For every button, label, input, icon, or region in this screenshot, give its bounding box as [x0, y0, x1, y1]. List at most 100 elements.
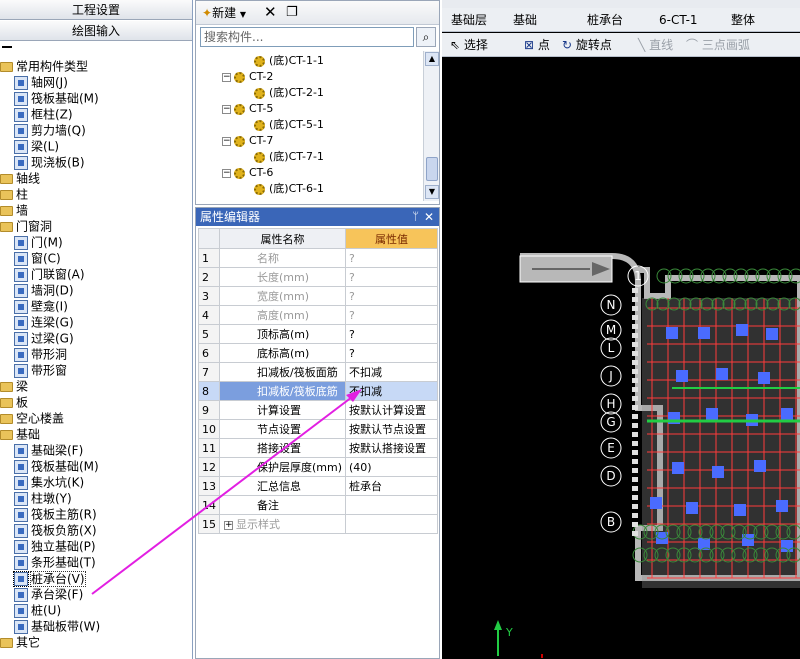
property-value-cell[interactable]: [345, 514, 438, 534]
tree-folder[interactable]: 其它: [0, 634, 40, 650]
component-tree-item[interactable]: (底)CT-5-1: [254, 117, 324, 133]
collapse-icon[interactable]: −: [222, 136, 231, 146]
component-tree-item[interactable]: − CT-6: [222, 165, 273, 181]
tree-item[interactable]: 筏板基础(M): [14, 458, 99, 474]
property-row[interactable]: 7 扣减板/筏板面筋 不扣减: [198, 362, 438, 382]
tree-folder[interactable]: 板: [0, 394, 28, 410]
tree-item[interactable]: 基础板带(W): [14, 618, 100, 634]
property-value-cell[interactable]: ?: [345, 305, 438, 325]
cad-drawing-area[interactable]: 基础层 基础 桩承台 6-CT-1 整体 ⇖ 选择 ⊠ 点 ↻ 旋转点 ╲ 直线…: [442, 0, 800, 659]
pin-icon[interactable]: ᛘ: [412, 208, 419, 226]
property-row[interactable]: 9 计算设置 按默认计算设置: [198, 400, 438, 420]
scroll-up-icon[interactable]: ▲: [425, 52, 439, 66]
scope-select[interactable]: 整体: [728, 11, 794, 29]
tree-item[interactable]: 窗(C): [14, 250, 61, 266]
property-row[interactable]: 1 名称?: [198, 248, 438, 268]
tree-folder[interactable]: 空心楼盖: [0, 410, 64, 426]
property-row[interactable]: 5 顶标高(m)?: [198, 324, 438, 344]
property-row[interactable]: 8 扣减板/筏板底筋 不扣减: [198, 381, 438, 401]
collapse-icon[interactable]: −: [222, 104, 231, 114]
collapse-icon[interactable]: −: [222, 168, 231, 178]
tree-item[interactable]: 桩(U): [14, 602, 61, 618]
component-tree-item[interactable]: − CT-2: [222, 69, 273, 85]
property-value-cell[interactable]: 按默认节点设置: [345, 419, 438, 439]
property-row[interactable]: 4 高度(mm)?: [198, 305, 438, 325]
tree-item[interactable]: 柱墩(Y): [14, 490, 72, 506]
select-button[interactable]: ⇖ 选择: [450, 36, 488, 54]
property-row[interactable]: 11 搭接设置 按默认搭接设置: [198, 438, 438, 458]
property-row[interactable]: 10 节点设置 按默认节点设置: [198, 419, 438, 439]
property-value-cell[interactable]: (40): [345, 457, 438, 477]
close-icon[interactable]: ✕: [424, 208, 434, 226]
tree-item[interactable]: 带形洞: [14, 346, 67, 362]
tree-folder[interactable]: 墙: [0, 202, 28, 218]
tree-folder[interactable]: 柱: [0, 186, 28, 202]
tree-item[interactable]: 承台梁(F): [14, 586, 83, 602]
tree-folder[interactable]: 梁: [0, 378, 28, 394]
tree-folder[interactable]: 轴线: [0, 170, 40, 186]
search-icon[interactable]: ⌕: [416, 27, 436, 47]
tree-item[interactable]: 桩承台(V): [13, 570, 86, 587]
tree-item[interactable]: 门(M): [14, 234, 63, 250]
property-value-cell[interactable]: ?: [345, 248, 438, 268]
tree-item[interactable]: 筏板主筋(R): [14, 506, 97, 522]
property-row[interactable]: 13 汇总信息 桩承台: [198, 476, 438, 496]
component-tree-item[interactable]: (底)CT-7-1: [254, 149, 324, 165]
search-input[interactable]: 搜索构件...: [200, 27, 414, 47]
tree-item[interactable]: 独立基础(P): [14, 538, 96, 554]
property-row[interactable]: 2 长度(mm)?: [198, 267, 438, 287]
property-value-cell[interactable]: ?: [345, 324, 438, 344]
property-value-cell[interactable]: 按默认计算设置: [345, 400, 438, 420]
tree-item[interactable]: 过梁(G): [14, 330, 74, 346]
type-select[interactable]: 桩承台: [584, 11, 654, 29]
tree-item[interactable]: 轴网(J): [14, 74, 68, 90]
tree-item[interactable]: 连梁(G): [14, 314, 74, 330]
three-point-arc-button[interactable]: ⌒ 三点画弧: [686, 36, 750, 54]
tree-item[interactable]: 带形窗: [14, 362, 67, 378]
point-button[interactable]: ⊠ 点: [524, 36, 550, 54]
tree-item[interactable]: 墙洞(D): [14, 282, 74, 298]
tree-item[interactable]: 壁龛(I): [14, 298, 68, 314]
tree-item[interactable]: 筏板负筋(X): [14, 522, 97, 538]
property-value-cell[interactable]: 不扣减: [345, 381, 438, 401]
tree-item[interactable]: 基础梁(F): [14, 442, 83, 458]
property-value-cell[interactable]: 桩承台: [345, 476, 438, 496]
category-select[interactable]: 基础: [510, 11, 580, 29]
component-tree-scrollbar[interactable]: ▲ ▼: [423, 51, 439, 201]
component-tree-item[interactable]: (底)CT-1-1: [254, 53, 324, 69]
collapse-icon[interactable]: −: [222, 72, 231, 82]
tree-item[interactable]: 梁(L): [14, 138, 59, 154]
tree-item[interactable]: 剪力墙(Q): [14, 122, 86, 138]
property-value-cell[interactable]: ?: [345, 343, 438, 363]
property-row[interactable]: 14 备注: [198, 495, 438, 515]
tree-folder[interactable]: 基础: [0, 426, 40, 442]
project-settings-button[interactable]: 工程设置: [0, 0, 192, 20]
rotate-point-button[interactable]: ↻ 旋转点: [562, 36, 612, 54]
cad-canvas[interactable]: NMLJHGED B 1 Y: [442, 58, 800, 659]
component-tree-item[interactable]: (底)CT-6-1: [254, 181, 324, 197]
property-value-cell[interactable]: [345, 495, 438, 515]
property-value-cell[interactable]: ?: [345, 267, 438, 287]
component-tree-item[interactable]: − CT-7: [222, 133, 273, 149]
drawing-input-button[interactable]: 绘图输入: [0, 21, 192, 41]
tree-item[interactable]: 现浇板(B): [14, 154, 85, 170]
tree-item[interactable]: 集水坑(K): [14, 474, 84, 490]
tree-folder[interactable]: 门窗洞: [0, 218, 52, 234]
tree-item[interactable]: 筏板基础(M): [14, 90, 99, 106]
property-value-cell[interactable]: 按默认搭接设置: [345, 438, 438, 458]
tree-item[interactable]: 框柱(Z): [14, 106, 73, 122]
expand-icon[interactable]: +: [224, 520, 233, 530]
property-row[interactable]: 15 + 显示样式: [198, 514, 438, 534]
property-row[interactable]: 12 保护层厚度(mm) (40): [198, 457, 438, 477]
delete-icon[interactable]: ✕: [264, 4, 277, 22]
scroll-thumb[interactable]: [426, 157, 438, 181]
tree-folder[interactable]: 常用构件类型: [0, 58, 88, 74]
scroll-down-icon[interactable]: ▼: [425, 185, 439, 199]
copy-icon[interactable]: ❐: [286, 4, 298, 22]
property-row[interactable]: 3 宽度(mm)?: [198, 286, 438, 306]
tree-item[interactable]: 门联窗(A): [14, 266, 85, 282]
line-button[interactable]: ╲ 直线: [638, 36, 673, 54]
property-value-cell[interactable]: 不扣减: [345, 362, 438, 382]
component-tree-item[interactable]: − CT-5: [222, 101, 273, 117]
component-tree-item[interactable]: (底)CT-2-1: [254, 85, 324, 101]
